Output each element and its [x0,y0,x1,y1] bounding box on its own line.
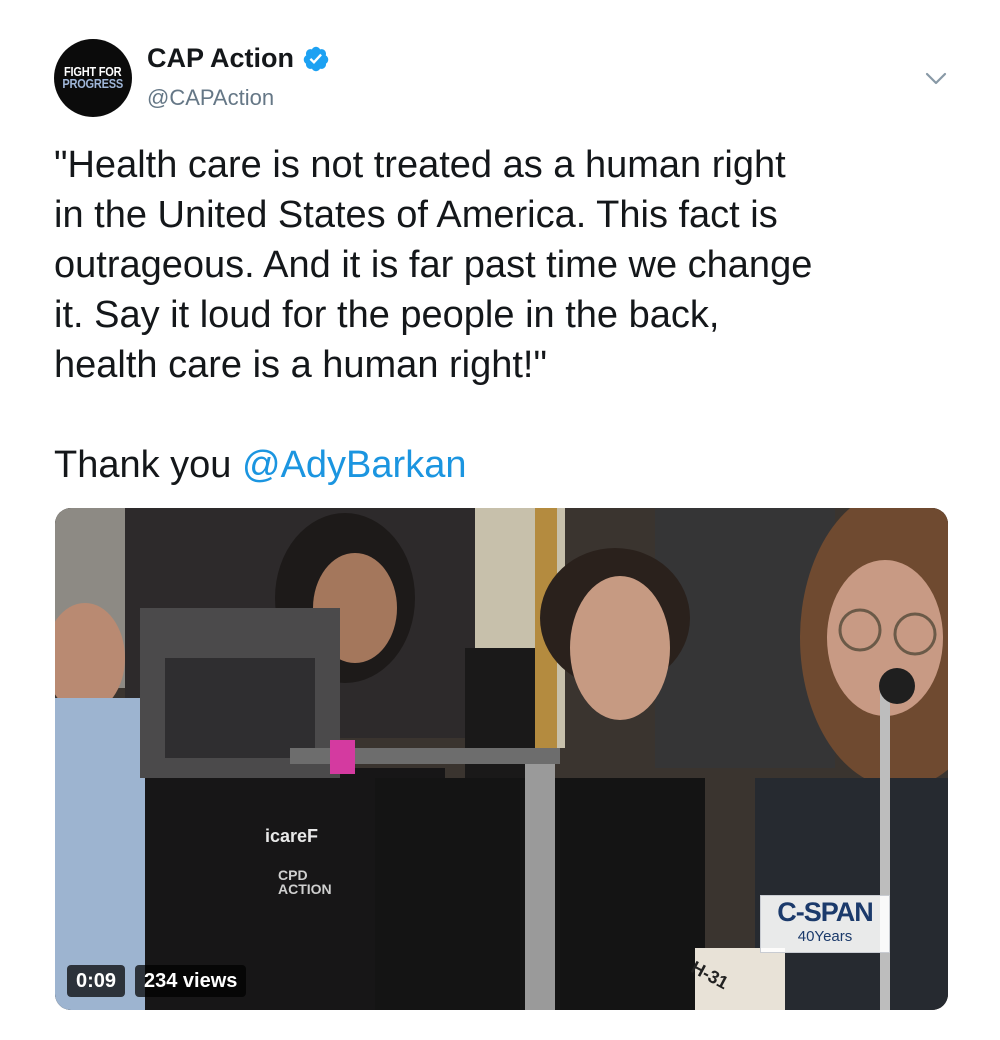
cspan-logo: C-SPAN 40Years [760,895,890,953]
cspan-logo-name: C-SPAN [777,897,874,927]
tweet-thanks-line: Thank you @AdyBarkan [54,440,466,490]
mention-link[interactable]: @AdyBarkan [242,444,466,486]
author-display-name[interactable]: CAP Action [147,43,294,74]
video-tag-line1: CPD [278,867,308,883]
video-duration-badge: 0:09 [67,965,126,997]
thanks-prefix: Thank you [54,444,242,486]
video-views-badge: 234 views [135,965,247,997]
avatar-text-line2: PROGRESS [62,76,124,91]
avatar[interactable]: FIGHT FOR PROGRESS [54,39,132,117]
video-tag-line2: ACTION [278,881,332,897]
cspan-logo-sub: 40Years [797,928,853,945]
author-name-row: CAP Action [147,43,330,74]
video-tag-text: CPD ACTION [278,868,332,896]
tweet-text: "Health care is not treated as a human r… [54,144,813,386]
chevron-down-icon[interactable] [925,71,947,87]
author-handle[interactable]: @CAPAction [147,85,274,111]
verified-badge-icon [303,46,329,71]
tweet: FIGHT FOR PROGRESS CAP Action @CAPAction… [0,0,1000,1040]
video-shirt-text: icareF [265,826,319,846]
